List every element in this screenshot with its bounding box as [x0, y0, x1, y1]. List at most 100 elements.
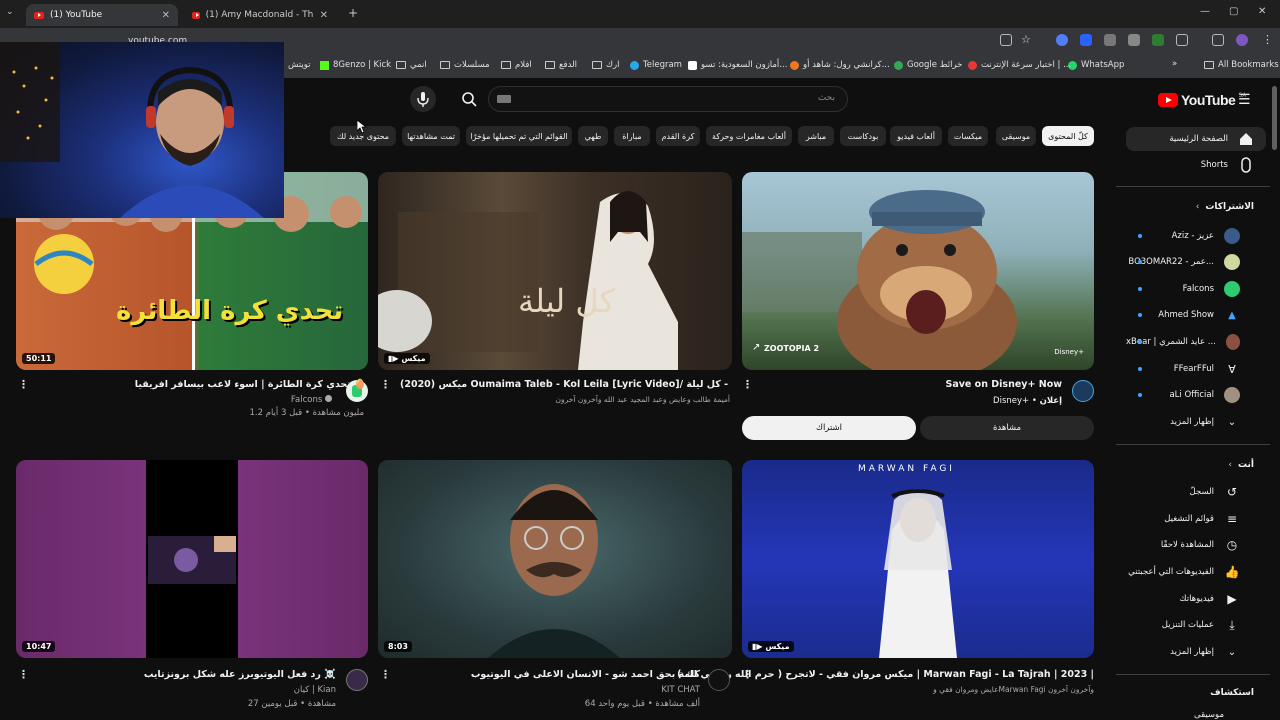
bookmark-speedtest[interactable]: اختبار سرعة الإنترنت | ...: [968, 60, 1071, 70]
video-title[interactable]: كلمة بحق احمد شو - الانسان الاعلى في الي…: [471, 669, 700, 680]
bookmark-crunchyroll[interactable]: كرانشي رول: شاهد أو...: [790, 60, 890, 70]
video-title[interactable]: تحدي كرة الطائرة | اسوء لاعب بيسافر افري…: [135, 379, 366, 390]
sidebar-item-home[interactable]: الصفحة الرئيسية: [1126, 127, 1266, 151]
sidebar-item-subscription[interactable]: Falcons: [1126, 277, 1266, 301]
extension-icon[interactable]: [1056, 34, 1068, 46]
sidebar-item-downloads[interactable]: عمليات التنزيل ⤓: [1126, 613, 1266, 637]
video-thumbnail[interactable]: MARWAN FAGI ▮▶ ميكس: [742, 460, 1094, 658]
bookmark-google-maps[interactable]: Google خرائط: [894, 60, 962, 70]
browser-menu-icon[interactable]: ⋮: [1262, 33, 1273, 46]
sidebar-item-your-videos[interactable]: فيديوهاتك ▶: [1126, 587, 1266, 611]
channel-avatar[interactable]: [346, 669, 368, 691]
more-actions-icon[interactable]: ⋮: [18, 378, 29, 391]
search-input[interactable]: بحث: [818, 93, 835, 103]
sidebar-item-subscription[interactable]: xBear | عايد الشمري ...: [1126, 330, 1266, 354]
video-title[interactable]: رد فعل اليوتيوبرز عله شكل برونزتايب ☠️: [144, 669, 336, 680]
search-button[interactable]: [454, 86, 484, 112]
sidebar-item-watch-later[interactable]: المشاهدة لاحقًا ◷: [1126, 533, 1266, 557]
search-box[interactable]: بحث: [488, 86, 848, 112]
bookmark-whatsapp[interactable]: WhatsApp: [1068, 60, 1124, 70]
channel-name[interactable]: KIT CHAT: [661, 685, 700, 695]
screenshot-icon[interactable]: [1000, 34, 1012, 46]
tab-amy-macdonald[interactable]: (1) Amy Macdonald - This is the ✕: [184, 4, 336, 26]
sidebar-show-more[interactable]: إظهار المزيد ⌄: [1126, 640, 1266, 664]
bookmark-folder[interactable]: الدفع: [545, 60, 577, 70]
bookmark-star-icon[interactable]: ☆: [1021, 33, 1031, 46]
chip-podcasts[interactable]: بودكاست: [840, 126, 886, 146]
more-actions-icon[interactable]: ⋮: [380, 668, 391, 681]
new-tab-icon[interactable]: +: [348, 6, 358, 20]
extension-icon[interactable]: [1128, 34, 1140, 46]
chip-recently-uploaded[interactable]: القوائم التي تم تحميلها مؤخرًا: [466, 126, 572, 146]
youtube-logo[interactable]: YouTube SA: [1158, 92, 1246, 108]
watch-button[interactable]: مشاهدة: [920, 416, 1094, 440]
subscriptions-heading[interactable]: ‹ الاشتراكات: [1196, 202, 1254, 212]
channel-name[interactable]: كيان | Kian: [294, 685, 336, 695]
keyboard-icon[interactable]: [497, 95, 511, 103]
video-title[interactable]: Save on Disney+ Now: [945, 379, 1062, 390]
bookmark-folder[interactable]: انمي: [396, 60, 427, 70]
sidebar-item-subscription[interactable]: BO3OMAR22 - عمر...: [1126, 250, 1266, 274]
bookmark-amazon[interactable]: أمازون السعودية: تسو...: [688, 60, 787, 70]
sidebar-item-shorts[interactable]: Shorts: [1126, 153, 1266, 177]
close-tab-icon[interactable]: ✕: [162, 10, 170, 21]
chip-football[interactable]: كرة القدم: [656, 126, 700, 146]
maximize-icon[interactable]: ▢: [1229, 6, 1238, 17]
media-icon[interactable]: [1212, 34, 1224, 46]
extension-icon[interactable]: [1104, 34, 1116, 46]
you-heading[interactable]: ‹ أنت: [1228, 460, 1254, 470]
sidebar-item-subscription[interactable]: FFearFFul ∀: [1126, 357, 1266, 381]
video-thumbnail[interactable]: ZOOTOPIA 2 Disney+ ↗: [742, 172, 1094, 370]
video-thumbnail[interactable]: 8:03: [378, 460, 732, 658]
subscribe-button[interactable]: اشتراك: [742, 416, 916, 440]
profile-avatar-icon[interactable]: [1236, 34, 1248, 46]
extension-icon[interactable]: [1152, 34, 1164, 46]
chip-music[interactable]: موسيقى: [996, 126, 1036, 146]
sidebar-item-playlists[interactable]: قوائم التشغيل ≡: [1126, 507, 1266, 531]
sidebar-item-liked-videos[interactable]: الفيديوهات التي أعجبتني 👍: [1126, 560, 1266, 584]
close-tab-icon[interactable]: ✕: [320, 10, 328, 21]
sidebar-item-music[interactable]: موسيقى: [1194, 710, 1224, 720]
sidebar-item-subscription[interactable]: aLi Official: [1126, 383, 1266, 407]
close-window-icon[interactable]: ✕: [1258, 6, 1266, 17]
sidebar-item-subscription[interactable]: Aziz - عزيز: [1126, 224, 1266, 248]
tab-youtube[interactable]: (1) YouTube ✕: [26, 4, 178, 26]
chip-cooking[interactable]: طهي: [578, 126, 608, 146]
bookmark-folder[interactable]: ارك: [592, 60, 619, 70]
video-thumbnail[interactable]: 10:47: [16, 460, 368, 658]
chip-video-games[interactable]: ألعاب فيديو: [890, 126, 942, 146]
video-title[interactable]: ميكس (2020) Oumaima Taleb - Kol Leila [L…: [400, 379, 730, 390]
bookmark-twitch[interactable]: تويتش: [288, 60, 311, 70]
more-actions-icon[interactable]: ⋮: [742, 378, 753, 391]
video-thumbnail[interactable]: كل ليلة ▮▶ ميكس: [378, 172, 732, 370]
more-bookmarks-icon[interactable]: »: [1172, 59, 1177, 69]
scrollbar-thumb[interactable]: [1272, 86, 1277, 150]
sidebar-show-more[interactable]: إظهار المزيد ⌄: [1126, 410, 1266, 434]
bookmark-folder[interactable]: افلام: [501, 60, 532, 70]
voice-search-button[interactable]: [410, 86, 436, 112]
bookmark-telegram[interactable]: Telegram: [630, 60, 682, 70]
more-actions-icon[interactable]: ⋮: [18, 668, 29, 681]
chip-watched[interactable]: تمت مشاهدتها: [402, 126, 460, 146]
sidebar-item-history[interactable]: السجلّ ↺: [1126, 480, 1266, 504]
all-bookmarks[interactable]: All Bookmarks: [1204, 60, 1279, 70]
sidebar-item-subscription[interactable]: Ahmed Show ▲: [1126, 303, 1266, 327]
more-actions-icon[interactable]: ⋮: [742, 668, 753, 681]
chip-label: تمت مشاهدتها: [407, 131, 455, 141]
chip-mixes[interactable]: ميكسات: [948, 126, 988, 146]
chip-match[interactable]: مباراة: [614, 126, 650, 146]
channel-avatar[interactable]: [1072, 380, 1094, 402]
minimize-icon[interactable]: —: [1200, 6, 1210, 17]
chip-live[interactable]: مباشر: [798, 126, 834, 146]
channel-name[interactable]: Falcons: [291, 395, 332, 405]
bookmark-kick[interactable]: 8Genzo | Kick: [320, 60, 391, 70]
video-title[interactable]: ميكس مروان فقي - لاتجرح ( حرم الله رجعني…: [677, 669, 1094, 680]
extension-icon[interactable]: [1080, 34, 1092, 46]
tab-list-icon[interactable]: ⌄: [6, 7, 14, 17]
channel-avatar[interactable]: [708, 669, 730, 691]
chip-action-adventure[interactable]: ألعاب مغامرات وحركة: [706, 126, 792, 146]
chip-all[interactable]: كلّ المحتوى: [1042, 126, 1094, 146]
more-actions-icon[interactable]: ⋮: [380, 378, 391, 391]
extensions-puzzle-icon[interactable]: [1176, 34, 1188, 46]
bookmark-folder[interactable]: مسلسلات: [440, 60, 490, 70]
